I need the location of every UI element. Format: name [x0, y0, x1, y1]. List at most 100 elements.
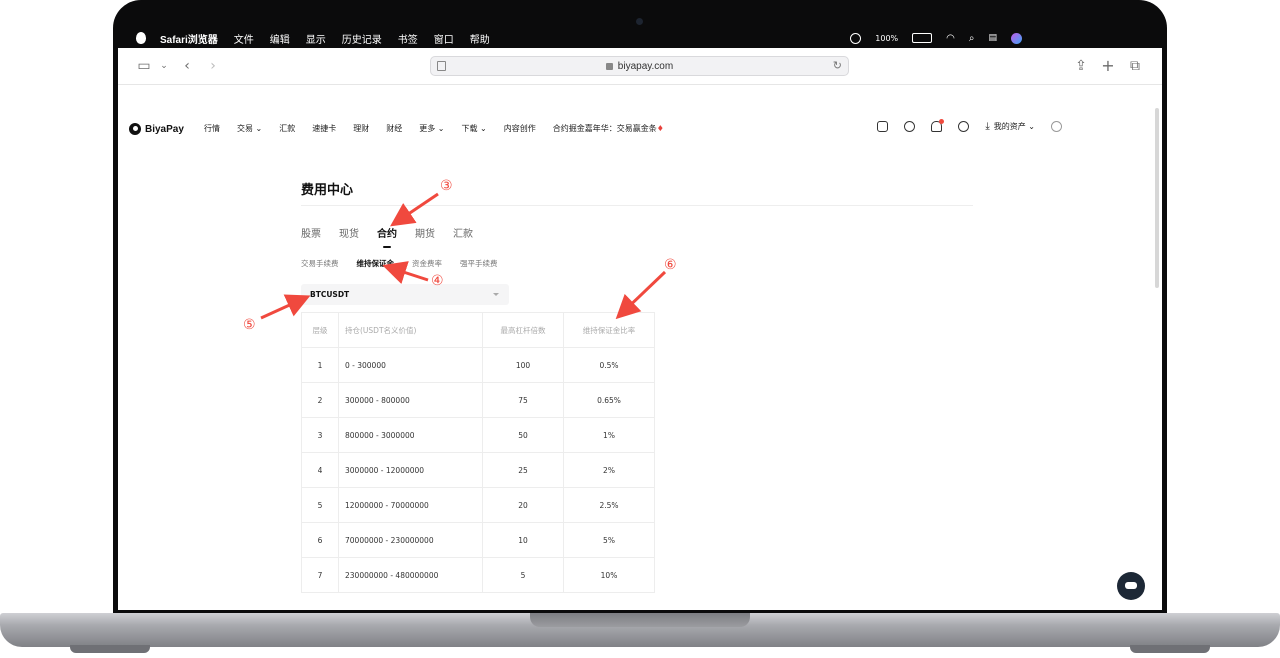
globe-icon[interactable]: [958, 121, 970, 132]
table-row: 4 3000000 - 12000000 25 2%: [301, 452, 655, 488]
cell-position: 3000000 - 12000000: [338, 452, 483, 488]
page-menu-icon[interactable]: [437, 61, 446, 71]
page-title: 费用中心: [301, 183, 354, 198]
cell-mm-rate: 5%: [563, 522, 655, 558]
new-tab-icon[interactable]: +: [1099, 57, 1117, 75]
cell-max-leverage: 50: [482, 417, 564, 453]
apple-icon[interactable]: [136, 32, 146, 44]
logo-icon: [129, 123, 141, 135]
download-icon[interactable]: ⤓: [985, 121, 989, 132]
wifi-icon[interactable]: ◠: [946, 33, 955, 44]
nav-finance-news[interactable]: 财经: [386, 123, 402, 134]
subtab-maintenance-margin[interactable]: 维持保证金: [357, 258, 395, 269]
cell-position: 800000 - 3000000: [338, 417, 483, 453]
my-assets-menu[interactable]: 我的资产 ⌄: [994, 121, 1035, 132]
menu-history[interactable]: 历史记录: [342, 31, 382, 46]
cell-mm-rate: 1%: [563, 417, 655, 453]
cell-mm-rate: 2.5%: [563, 487, 655, 523]
battery-icon[interactable]: [912, 33, 933, 43]
category-tabs: 股票 现货 合约 期货 汇款: [301, 225, 491, 248]
nav-download[interactable]: 下载 ⌄: [462, 123, 487, 134]
nav-wealth[interactable]: 理财: [353, 123, 369, 134]
nav-more[interactable]: 更多 ⌄: [419, 123, 444, 134]
menu-view[interactable]: 显示: [306, 31, 326, 46]
table-row: 6 70000000 - 230000000 10 5%: [301, 522, 655, 558]
cell-max-leverage: 10: [482, 522, 564, 558]
laptop-foot-right: [1130, 645, 1210, 653]
lock-icon[interactable]: [877, 121, 889, 132]
fire-icon: ♦: [656, 124, 664, 133]
subtab-liquidation-fee[interactable]: 强平手续费: [460, 258, 498, 269]
menu-bookmarks[interactable]: 书签: [398, 31, 418, 46]
reload-icon[interactable]: ↻: [833, 59, 842, 72]
share-icon[interactable]: ⇪: [1072, 57, 1090, 75]
menu-edit[interactable]: 编辑: [270, 31, 290, 46]
screen: Safari浏览器 文件 编辑 显示 历史记录 书签 窗口 帮助 100% ◠ …: [118, 28, 1162, 610]
table-row: 5 12000000 - 70000000 20 2.5%: [301, 487, 655, 523]
symbol-select[interactable]: BTCUSDT: [301, 284, 509, 305]
laptop-foot-left: [70, 645, 150, 653]
nav-remit[interactable]: 汇款: [279, 123, 295, 134]
table-row: 7 230000000 - 480000000 5 10%: [301, 557, 655, 593]
nav-card[interactable]: 速捷卡: [312, 123, 336, 134]
chevron-down-icon[interactable]: ⌄: [155, 57, 173, 75]
menu-file[interactable]: 文件: [234, 31, 254, 46]
tab-futures[interactable]: 期货: [415, 225, 435, 240]
back-icon[interactable]: ‹: [178, 57, 196, 75]
col-tier: 层级: [301, 312, 339, 348]
nav-trade[interactable]: 交易 ⌄: [237, 123, 262, 134]
siri-icon[interactable]: [1011, 32, 1022, 44]
forward-icon[interactable]: ›: [204, 57, 222, 75]
nav-trade-label: 交易: [237, 124, 253, 133]
app-menu[interactable]: Safari浏览器: [160, 31, 218, 46]
sidebar-icon[interactable]: ▭: [135, 57, 153, 75]
page-scrollbar[interactable]: [1155, 108, 1159, 288]
tab-contract[interactable]: 合约: [377, 225, 397, 248]
cell-mm-rate: 0.65%: [563, 382, 655, 418]
camera-icon: [636, 18, 643, 25]
headset-icon[interactable]: [904, 121, 916, 132]
tab-stocks[interactable]: 股票: [301, 225, 321, 240]
tab-remittance[interactable]: 汇款: [453, 225, 473, 240]
subtab-trading-fee[interactable]: 交易手续费: [301, 258, 339, 269]
cell-mm-rate: 0.5%: [563, 347, 655, 383]
nav-more-label: 更多: [419, 124, 436, 133]
tab-spot[interactable]: 现货: [339, 225, 359, 240]
menu-window[interactable]: 窗口: [434, 31, 454, 46]
cell-tier: 7: [301, 557, 339, 593]
col-position: 持仓(USDT名义价值): [338, 312, 483, 348]
subtab-funding-rate[interactable]: 资金费率: [412, 258, 442, 269]
nav-promo[interactable]: 合约掘金嘉年华：交易赢金条♦: [553, 123, 664, 134]
menu-help[interactable]: 帮助: [470, 31, 490, 46]
cell-tier: 5: [301, 487, 339, 523]
maintenance-margin-table: 层级 持仓(USDT名义价值) 最高杠杆倍数 维持保证金比率 10 - 3000…: [301, 312, 655, 593]
cell-mm-rate: 2%: [563, 452, 655, 488]
url-text: biyapay.com: [617, 60, 674, 72]
spotlight-icon[interactable]: ⌕: [969, 33, 975, 44]
site-logo[interactable]: BiyaPay: [129, 123, 184, 135]
nav-market[interactable]: 行情: [204, 123, 220, 134]
avatar-icon[interactable]: [1051, 121, 1062, 132]
battery-percent: 100%: [875, 33, 899, 43]
address-bar[interactable]: biyapay.com ↻: [430, 56, 849, 76]
cell-tier: 3: [301, 417, 339, 453]
control-center-icon[interactable]: ▤: [988, 33, 997, 43]
table-row: 3 800000 - 3000000 50 1%: [301, 417, 655, 453]
bell-icon[interactable]: [931, 119, 945, 132]
chat-support-button[interactable]: [1117, 572, 1145, 600]
tab-overview-icon[interactable]: ⧉: [1126, 57, 1144, 75]
nav-promo-label: 合约掘金嘉年华：交易赢金条: [552, 124, 657, 133]
col-max-leverage: 最高杠杆倍数: [482, 312, 564, 348]
cell-tier: 1: [301, 347, 339, 383]
cell-position: 300000 - 800000: [338, 382, 483, 418]
cell-max-leverage: 20: [482, 487, 564, 523]
table-row: 2 300000 - 800000 75 0.65%: [301, 382, 655, 418]
safari-toolbar: ▭ ⌄ ‹ › biyapay.com ↻ ⇪ + ⧉: [118, 48, 1162, 85]
col-mm-rate: 维持保证金比率: [563, 312, 655, 348]
annotation-5: ⑤: [243, 317, 256, 333]
user-switch-icon[interactable]: [850, 32, 862, 44]
nav-content-creation[interactable]: 内容创作: [504, 123, 536, 134]
cell-max-leverage: 25: [482, 452, 564, 488]
logo-text: BiyaPay: [145, 123, 184, 135]
mac-menubar: Safari浏览器 文件 编辑 显示 历史记录 书签 窗口 帮助 100% ◠ …: [118, 28, 1162, 48]
